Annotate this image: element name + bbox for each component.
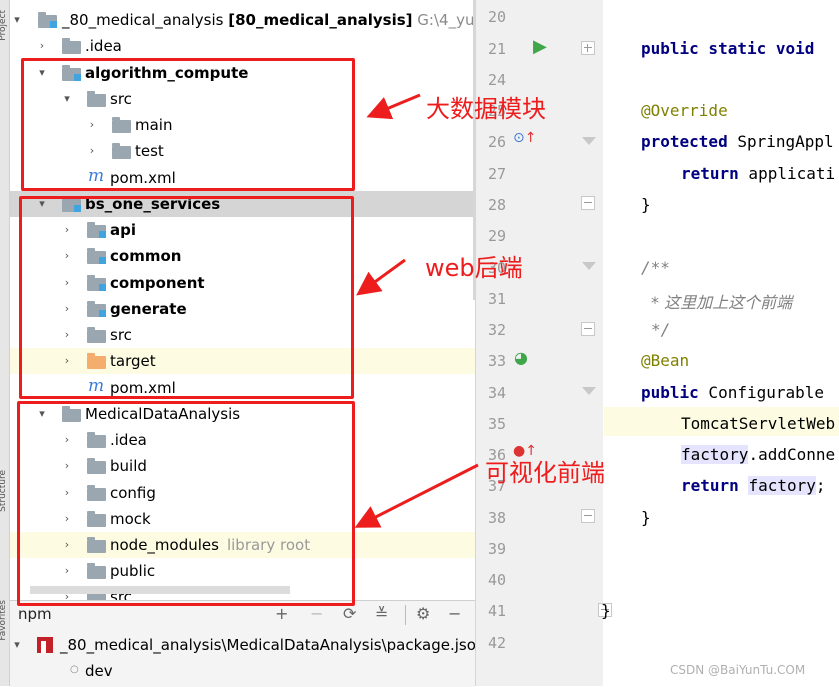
code-line-41: } xyxy=(601,601,611,620)
annotation-box-frontend xyxy=(17,401,355,606)
npm-script-label: dev xyxy=(85,662,113,680)
module-folder-icon xyxy=(38,12,57,28)
code-line-35: TomcatServletWeb xyxy=(681,414,836,433)
chevron-down-icon[interactable]: ▾ xyxy=(10,632,24,658)
refresh-icon[interactable]: ⟳ xyxy=(343,604,356,623)
code-line-21: public static void xyxy=(641,39,814,58)
line-number: 40 xyxy=(487,571,506,589)
code-text: applicati xyxy=(738,164,836,183)
code-line-32: */ xyxy=(651,320,671,339)
project-tool-tab[interactable]: Project xyxy=(0,10,10,41)
npm-package-row[interactable]: ▾ _80_medical_analysis\MedicalDataAnalys… xyxy=(10,632,485,658)
hide-panel-icon[interactable]: − xyxy=(448,604,461,623)
code-text: ; xyxy=(815,476,826,495)
run-icon[interactable]: ▶ xyxy=(533,36,547,57)
npm-script-row[interactable]: ○ dev xyxy=(10,658,475,684)
annotation-label-big-data: 大数据模块 xyxy=(426,95,546,123)
annotation-label-frontend: 可视化前端 xyxy=(485,459,605,487)
code-line-31: * 这里加上这个前端 xyxy=(651,293,793,312)
code-keyword: protected xyxy=(641,132,728,151)
line-number: 32 xyxy=(487,321,506,339)
root-path: G:\4_yuan_D\ xyxy=(417,11,475,29)
line-number: 35 xyxy=(487,415,506,433)
watermark: CSDN @BaiYunTu.COM xyxy=(670,663,806,677)
fold-end-icon[interactable] xyxy=(581,509,595,523)
line-number: 29 xyxy=(487,227,506,245)
root-name: _80_medical_analysis xyxy=(62,11,224,29)
code-line-37: return factory; xyxy=(681,476,826,495)
line-number: 27 xyxy=(487,165,506,183)
script-dot-icon: ○ xyxy=(70,664,79,675)
line-number: 31 xyxy=(487,290,506,308)
line-number: 21 xyxy=(487,40,506,58)
code-line-26: protected SpringAppl xyxy=(641,132,834,151)
root-module: [80_medical_analysis] xyxy=(228,11,413,29)
npm-icon xyxy=(37,637,53,653)
toolbar-divider xyxy=(405,605,406,625)
add-icon[interactable]: + xyxy=(275,604,288,623)
favorites-tool-tab[interactable]: Favorites xyxy=(0,600,10,641)
code-line-34: public Configurable xyxy=(641,383,824,402)
line-number: 24 xyxy=(487,71,506,89)
code-line-25: @Override xyxy=(641,101,728,120)
line-number: 28 xyxy=(487,196,506,214)
code-variable: factory xyxy=(748,476,816,495)
fold-end-icon[interactable] xyxy=(581,322,595,336)
line-number: 38 xyxy=(487,509,506,527)
tree-item-idea[interactable]: › .idea xyxy=(10,33,475,59)
code-line-30: /** xyxy=(641,258,670,277)
annotation-box-algorithm xyxy=(21,58,355,191)
code-keyword: return xyxy=(681,476,739,495)
code-keyword: public xyxy=(641,383,699,402)
npm-panel-title: npm xyxy=(18,605,52,623)
npm-package-label: _80_medical_analysis\MedicalDataAnalysis… xyxy=(60,636,486,654)
annotation-label-web-backend: web后端 xyxy=(425,254,523,282)
line-number: 26 xyxy=(487,133,506,151)
code-keyword: public static void xyxy=(641,39,815,58)
line-number: 20 xyxy=(487,8,506,26)
code-line-33: @Bean xyxy=(641,351,690,370)
code-text: Configurable xyxy=(698,383,825,402)
line-number: 34 xyxy=(487,384,506,402)
bean-icon[interactable]: ◕ xyxy=(514,348,528,367)
folder-icon xyxy=(62,38,81,54)
chevron-down-icon[interactable]: ▾ xyxy=(10,7,24,33)
code-line-38: } xyxy=(641,508,651,527)
code-text: SpringAppl xyxy=(727,132,834,151)
code-line-27: return applicati xyxy=(681,164,835,183)
gear-icon[interactable]: ⚙ xyxy=(416,604,430,623)
line-number: 39 xyxy=(487,540,506,558)
annotation-box-backend xyxy=(19,196,354,399)
fold-end-icon[interactable] xyxy=(581,196,595,210)
fold-expand-icon[interactable] xyxy=(581,41,595,55)
tool-window-strip: Project Structure Favorites xyxy=(0,0,10,686)
code-keyword: return xyxy=(681,164,739,183)
line-number: 41 xyxy=(487,602,506,620)
override-icon[interactable]: ⊙↑ xyxy=(513,130,536,146)
fold-collapse-icon[interactable] xyxy=(582,387,596,395)
code-line-28: } xyxy=(641,195,651,214)
code-line-36: factory.addConne xyxy=(681,445,835,464)
code-text: .addConne xyxy=(748,445,836,464)
code-variable: factory xyxy=(681,445,749,464)
line-number: 42 xyxy=(487,634,506,652)
fold-collapse-icon[interactable] xyxy=(582,137,596,145)
tree-item-label: .idea xyxy=(85,37,122,55)
chevron-right-icon[interactable]: › xyxy=(35,33,49,59)
collapse-all-icon[interactable]: ≚ xyxy=(375,604,388,623)
structure-tool-tab[interactable]: Structure xyxy=(0,470,10,512)
line-number: 33 xyxy=(487,352,506,370)
fold-collapse-icon[interactable] xyxy=(582,262,596,270)
npm-panel: npm + − ⟳ ≚ ⚙ − ▾ _80_medical_analysis\M… xyxy=(10,600,485,687)
tree-root-row[interactable]: ▾ _80_medical_analysis [80_medical_analy… xyxy=(10,7,475,33)
remove-icon[interactable]: − xyxy=(310,604,323,623)
